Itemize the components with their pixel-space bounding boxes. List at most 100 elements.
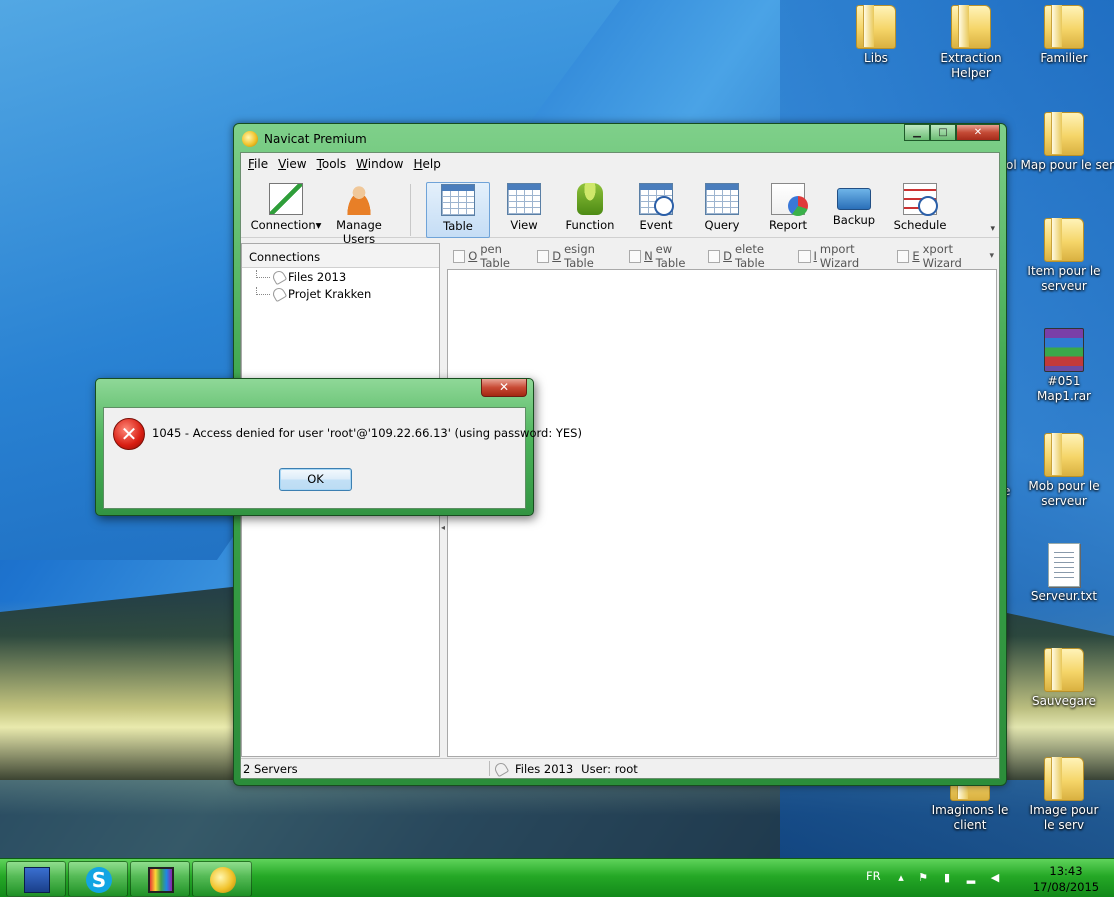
toolbar-label: Manage Users [336,218,382,246]
minimize-button[interactable]: ▁ [904,124,930,141]
power-icon[interactable]: ▮ [940,871,954,885]
desktop-icon-familier[interactable]: Familier [1024,5,1104,66]
function-icon [577,183,603,215]
accel: I [813,249,817,263]
menu-file[interactable]: File [243,153,273,175]
design-table-button[interactable]: Design Table [537,242,623,270]
connection-item[interactable]: Files 2013 [242,268,439,286]
folder-icon [1044,757,1084,801]
ok-button[interactable]: OK [279,468,352,491]
function-button[interactable]: Function [558,182,622,238]
toolbar-overflow-icon[interactable]: ▾ [990,224,995,234]
schedule-button[interactable]: Schedule [888,182,952,238]
volume-icon[interactable]: ◀ [988,871,1002,885]
backup-button[interactable]: Backup [822,182,886,238]
toolbar-label: Event [639,218,673,232]
action-center-flag-icon[interactable]: ⚑ [916,871,930,885]
delete-table-icon [707,249,721,263]
splitter-grip-icon[interactable]: ◂ [441,523,445,537]
toolbar-separator [410,184,411,236]
taskbar-skype[interactable]: S [68,861,128,897]
skype-icon: S [86,867,112,893]
import-icon [798,249,811,263]
status-divider [489,761,490,776]
show-hidden-icons-icon[interactable]: ▴ [894,871,908,885]
import-wizard-button[interactable]: Import Wizard [798,242,891,270]
manage-users-button[interactable]: Manage Users [321,182,397,246]
status-connection-name: Files 2013 [515,762,574,776]
desktop-icon-label: Image pour le serv [1029,803,1099,832]
status-bar: 2 Servers Files 2013 User: root [241,758,999,778]
folder-icon [856,5,896,49]
title-bar[interactable]: Navicat Premium [242,128,902,150]
taskbar-network-app[interactable] [6,861,66,897]
language-indicator[interactable]: FR [866,869,881,883]
desktop-icon-mob-pour-le-serveur[interactable]: Mob pour le serveur [1024,433,1104,509]
report-button[interactable]: Report [756,182,820,238]
export-wizard-button[interactable]: Export Wizard [897,242,989,270]
desktop-icon-label: Libs [864,51,888,65]
label: elete Table [735,242,765,270]
maximize-button[interactable]: □ [930,124,956,141]
query-icon [705,183,739,215]
desktop-icon-label: Item pour le serveur [1027,264,1101,293]
desktop-icon-image-pour-le-serv[interactable]: Image pour le serv [1024,757,1104,833]
object-toolbar-overflow-icon[interactable]: ▾ [989,251,994,261]
connection-item[interactable]: Projet Krakken [242,285,439,303]
connection-button[interactable]: Connection▾ [247,182,325,238]
close-button[interactable]: ✕ [956,124,1000,141]
toolbar-label: Query [704,218,740,232]
delete-table-button[interactable]: Delete Table [707,242,792,270]
user-icon [342,183,376,215]
menu-accel: H [413,157,423,171]
view-button[interactable]: View [492,182,556,238]
rar-archive-icon [1044,328,1084,372]
query-button[interactable]: Query [690,182,754,238]
open-table-button[interactable]: Open Table [453,242,531,270]
report-chart-icon [771,183,808,216]
accel: N [644,249,653,263]
window-title: Navicat Premium [264,132,367,146]
menu-label: ools [321,157,347,171]
view-icon [507,183,541,215]
error-message: 1045 - Access denied for user 'root'@'10… [152,426,582,440]
new-table-button[interactable]: New Table [628,242,702,270]
dialog-close-button[interactable]: ✕ [481,379,527,397]
desktop-icon-label: Familier [1040,51,1088,65]
desktop-icon-sauvegare[interactable]: Sauvegare [1024,648,1104,709]
toolbar-label: Function [565,218,615,232]
menu-label: elp [422,157,441,171]
desktop-icon-label: ol Map pour le serv [1006,158,1114,172]
desktop-icon-item-pour-le-serveur[interactable]: Item pour le serveur [1024,218,1104,294]
new-table-icon [628,249,642,263]
navicat-icon [210,867,236,893]
desktop-icon-map1-rar[interactable]: #051 Map1.rar [1024,328,1104,404]
menu-help[interactable]: Help [408,153,445,175]
label: pen Table [480,242,510,270]
desktop-icon-libs[interactable]: Libs [836,5,916,66]
desktop-icon-extraction-helper[interactable]: Extraction Helper [926,5,1016,81]
menu-window[interactable]: Window [351,153,408,175]
taskbar-movie-maker[interactable] [130,861,190,897]
desktop-icon-map-pour-le-serv[interactable]: ol Map pour le serv [1006,112,1114,173]
desktop-icon-label: Mob pour le serveur [1028,479,1100,508]
menu-label: ile [254,157,269,171]
clock-time: 13:43 [1049,864,1083,878]
menu-view[interactable]: View [273,153,311,175]
taskbar-navicat[interactable] [192,861,252,897]
network-app-icon [24,867,50,893]
table-button[interactable]: Table [426,182,490,238]
menu-tools[interactable]: Tools [312,153,352,175]
open-table-icon [453,249,466,263]
signal-icon[interactable]: ▂ [964,871,978,885]
connection-label: Projet Krakken [288,287,372,301]
desktop-icon-serveur-txt[interactable]: Serveur.txt [1024,543,1104,604]
accel: O [468,249,478,263]
label: esign Table [564,242,595,270]
folder-icon [951,5,991,49]
tree-connector [256,287,270,295]
clock[interactable]: 13:43 17/08/2015 [1030,863,1102,895]
event-button[interactable]: Event [624,182,688,238]
taskbar: S FR ▴ ⚑ ▮ ▂ ◀ 13:43 17/08/2015 [0,858,1114,897]
accel: D [723,249,733,263]
